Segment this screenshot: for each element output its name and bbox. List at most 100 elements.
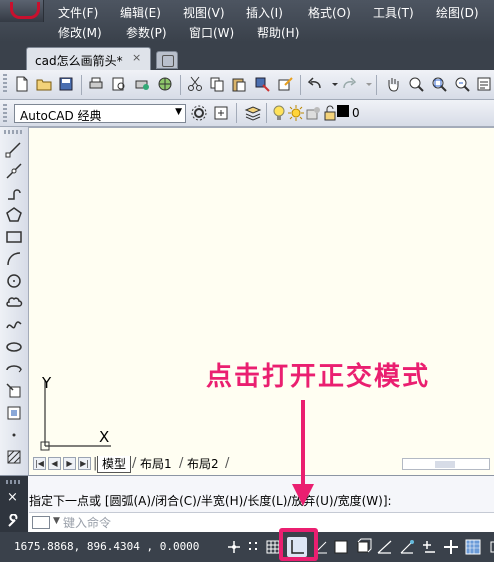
copy-icon[interactable] bbox=[208, 75, 226, 93]
chevron-down-icon: ▼ bbox=[175, 107, 182, 117]
transparency-icon[interactable] bbox=[463, 537, 483, 557]
quick-properties-icon[interactable] bbox=[484, 537, 494, 557]
block-editor-icon[interactable] bbox=[276, 75, 294, 93]
redo-icon[interactable] bbox=[340, 75, 358, 93]
drawing-area[interactable]: Y X bbox=[29, 127, 494, 475]
toolbar-grip[interactable] bbox=[3, 74, 7, 94]
layer-freeze-icon[interactable] bbox=[304, 104, 322, 122]
insert-block-icon[interactable] bbox=[5, 382, 23, 400]
chevron-down-icon[interactable]: ▼ bbox=[53, 516, 60, 526]
match-properties-icon[interactable] bbox=[253, 75, 271, 93]
save-icon[interactable] bbox=[57, 75, 75, 93]
last-layout-icon[interactable]: ▶| bbox=[78, 457, 91, 470]
next-layout-icon[interactable]: ▶ bbox=[63, 457, 76, 470]
object-snap-icon[interactable] bbox=[331, 537, 351, 557]
menu-format[interactable]: 格式(O) bbox=[308, 6, 351, 20]
publish-icon[interactable] bbox=[133, 75, 151, 93]
paste-icon[interactable] bbox=[230, 75, 248, 93]
rectangle-icon[interactable] bbox=[5, 228, 23, 246]
lineweight-icon[interactable] bbox=[441, 537, 461, 557]
first-layout-icon[interactable]: |◀ bbox=[33, 457, 46, 470]
application-menu-button[interactable] bbox=[0, 0, 44, 22]
new-tab-button[interactable] bbox=[156, 51, 178, 69]
command-input[interactable] bbox=[63, 514, 483, 531]
toolbar-grip[interactable] bbox=[6, 480, 22, 484]
tab-layout1[interactable]: 布局1 bbox=[136, 456, 176, 473]
3d-dwf-icon[interactable] bbox=[156, 75, 174, 93]
scrollbar-thumb[interactable] bbox=[435, 461, 455, 468]
command-line-panel: × 指定下一点或 [圆弧(A)/闭合(C)/半宽(H)/长度(L)/放弃(U)/… bbox=[0, 475, 494, 533]
ellipse-arc-icon[interactable] bbox=[5, 360, 23, 378]
hatch-icon[interactable] bbox=[5, 448, 23, 466]
redo-dropdown-icon[interactable] bbox=[360, 75, 372, 93]
toolbar-grip[interactable] bbox=[4, 130, 24, 134]
tab-layout2[interactable]: 布局2 bbox=[183, 456, 223, 473]
toolbar-grip[interactable] bbox=[3, 104, 7, 124]
arc-icon[interactable] bbox=[5, 250, 23, 268]
object-snap-tracking-icon[interactable] bbox=[375, 537, 395, 557]
properties-icon[interactable] bbox=[475, 75, 493, 93]
print-preview-icon[interactable] bbox=[110, 75, 128, 93]
document-tab[interactable]: cad怎么画箭头* × bbox=[26, 47, 151, 70]
3d-object-snap-icon[interactable] bbox=[353, 537, 373, 557]
zoom-realtime-icon[interactable] bbox=[407, 75, 425, 93]
layer-color-swatch bbox=[337, 105, 349, 117]
lightbulb-icon[interactable] bbox=[270, 104, 288, 122]
ortho-mode-highlight bbox=[279, 528, 318, 561]
command-history: 指定下一点或 [圆弧(A)/闭合(C)/半宽(H)/长度(L)/放弃(U)/宽度… bbox=[29, 494, 392, 508]
status-bar: 1675.8868, 896.4304 , 0.0000 bbox=[0, 532, 494, 562]
menu-window[interactable]: 窗口(W) bbox=[189, 26, 234, 40]
workspace-value: AutoCAD 经典 bbox=[20, 109, 102, 123]
workspace-settings-icon[interactable] bbox=[190, 104, 208, 122]
spline-icon[interactable] bbox=[5, 316, 23, 334]
menu-edit[interactable]: 编辑(E) bbox=[120, 6, 161, 20]
make-block-icon[interactable] bbox=[5, 404, 23, 422]
undo-icon[interactable] bbox=[306, 75, 324, 93]
tab-model[interactable]: 模型 bbox=[97, 456, 132, 473]
sun-icon[interactable] bbox=[287, 104, 305, 122]
zoom-previous-icon[interactable] bbox=[453, 75, 471, 93]
menu-view[interactable]: 视图(V) bbox=[183, 6, 225, 20]
ucs-x-label: X bbox=[99, 428, 110, 446]
new-file-icon[interactable] bbox=[13, 75, 31, 93]
layer-properties-icon[interactable] bbox=[244, 104, 262, 122]
undo-dropdown-icon[interactable] bbox=[326, 75, 338, 93]
draw-toolbar bbox=[0, 127, 29, 475]
pan-hand-icon[interactable] bbox=[384, 75, 402, 93]
zoom-window-icon[interactable] bbox=[430, 75, 448, 93]
dynamic-input-icon[interactable] bbox=[419, 537, 439, 557]
horizontal-scrollbar[interactable] bbox=[402, 458, 490, 470]
circle-icon[interactable] bbox=[5, 272, 23, 290]
point-icon[interactable] bbox=[5, 426, 23, 444]
previous-layout-icon[interactable]: ◀ bbox=[48, 457, 61, 470]
construction-line-icon[interactable] bbox=[5, 162, 23, 180]
standard-toolbar bbox=[0, 70, 494, 100]
close-icon[interactable]: × bbox=[7, 490, 18, 505]
close-tab-icon[interactable]: × bbox=[132, 51, 141, 64]
customize-icon[interactable] bbox=[212, 104, 230, 122]
workspace-toolbar: AutoCAD 经典 ▼ 0 bbox=[0, 100, 494, 127]
print-icon[interactable] bbox=[87, 75, 105, 93]
menu-tools[interactable]: 工具(T) bbox=[373, 6, 414, 20]
menu-draw[interactable]: 绘图(D) bbox=[436, 6, 479, 20]
snap-mode-icon[interactable] bbox=[244, 537, 264, 557]
cut-icon[interactable] bbox=[186, 75, 204, 93]
polyline-icon[interactable] bbox=[5, 184, 23, 202]
menu-help[interactable]: 帮助(H) bbox=[257, 26, 299, 40]
menu-file[interactable]: 文件(F) bbox=[58, 6, 98, 20]
dynamic-ucs-icon[interactable] bbox=[397, 537, 417, 557]
menu-modify[interactable]: 修改(M) bbox=[58, 26, 102, 40]
infer-constraints-icon[interactable] bbox=[224, 537, 244, 557]
polygon-icon[interactable] bbox=[5, 206, 23, 224]
coordinate-readout: 1675.8868, 896.4304 , 0.0000 bbox=[14, 540, 200, 553]
command-input-row: ▼ bbox=[29, 512, 494, 532]
open-file-icon[interactable] bbox=[35, 75, 53, 93]
command-prompt-icon[interactable] bbox=[32, 516, 50, 529]
wrench-icon[interactable] bbox=[7, 514, 21, 528]
workspace-select[interactable]: AutoCAD 经典 ▼ bbox=[14, 104, 186, 123]
menu-insert[interactable]: 插入(I) bbox=[246, 6, 283, 20]
line-icon[interactable] bbox=[5, 140, 23, 158]
menu-parameters[interactable]: 参数(P) bbox=[126, 26, 167, 40]
ellipse-icon[interactable] bbox=[5, 338, 23, 356]
revision-cloud-icon[interactable] bbox=[5, 294, 23, 312]
